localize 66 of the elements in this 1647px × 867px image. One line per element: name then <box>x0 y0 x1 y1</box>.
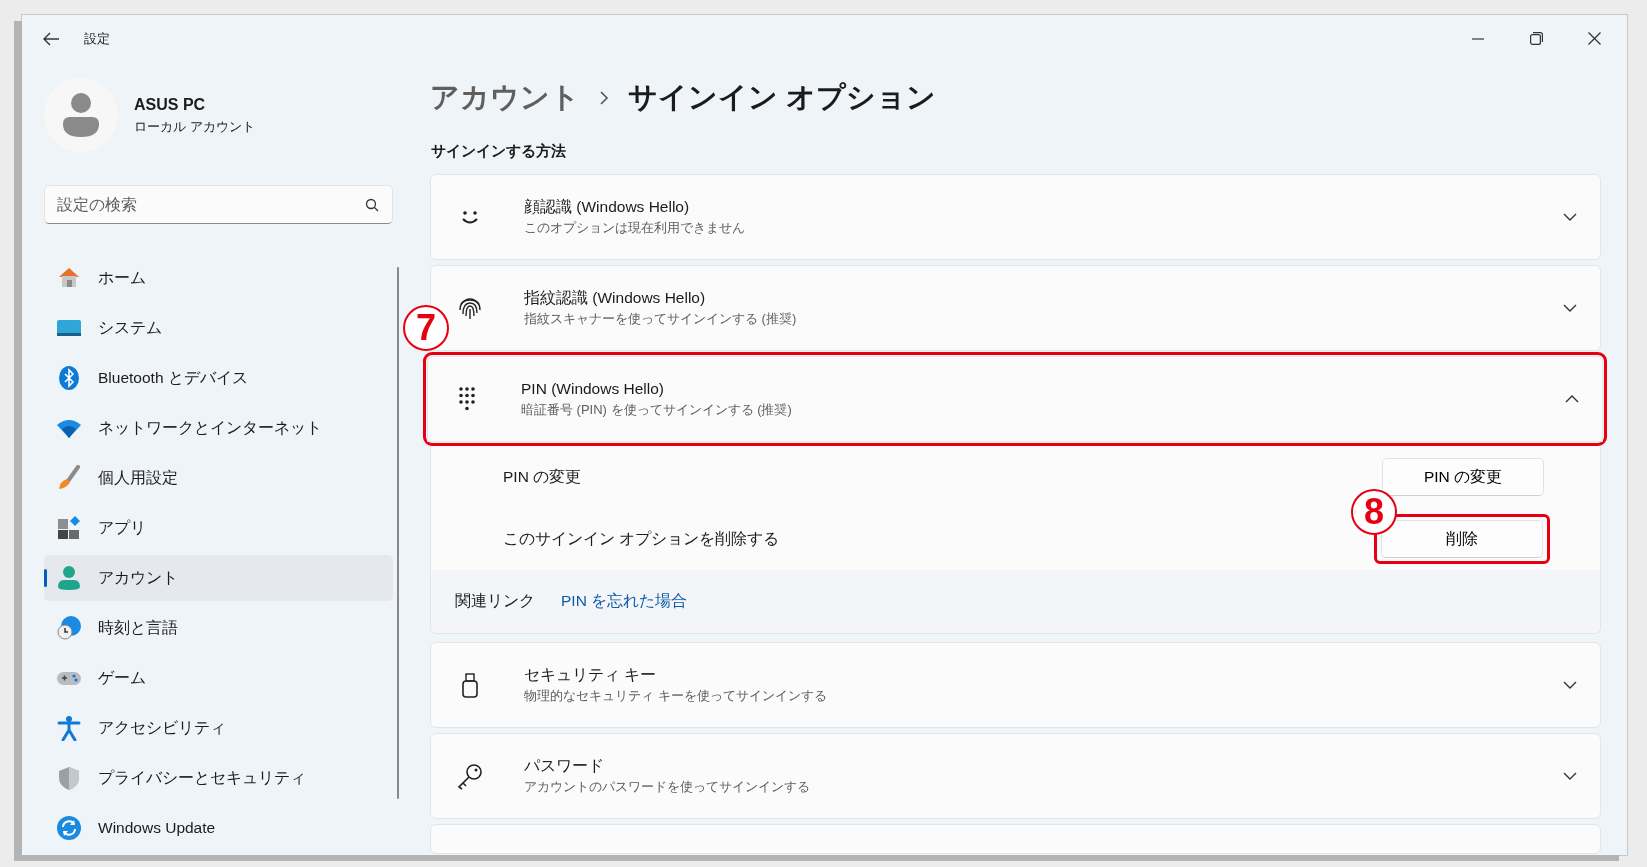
sign-in-option-card[interactable]: パスワード アカウントのパスワードを使ってサインインする <box>430 732 1601 819</box>
account-name: ASUS PC <box>134 95 207 116</box>
nav-item[interactable]: システム <box>44 305 393 351</box>
close-icon <box>1587 32 1601 45</box>
section-heading: サインインする方法 <box>431 141 567 161</box>
nav-item[interactable]: アクセシビリティ <box>44 705 393 751</box>
key-icon <box>456 761 484 790</box>
nav-item[interactable]: 時刻と言語 <box>44 605 393 651</box>
nav-item[interactable]: プライバシーとセキュリティ <box>44 755 393 801</box>
step-number-badge: 7 <box>403 304 449 351</box>
accessibility-icon <box>56 715 82 741</box>
nav-item[interactable]: ゲーム <box>44 655 393 701</box>
option-description: このオプションは現在利用できません <box>524 219 746 238</box>
scrollbar[interactable] <box>397 267 399 799</box>
chevron-down-icon <box>1562 302 1578 313</box>
selection-indicator <box>44 569 47 587</box>
apps-icon <box>56 515 82 541</box>
option-description: 物理的なセキュリティ キーを使ってサインインする <box>524 687 828 706</box>
window-title: 設定 <box>84 29 110 48</box>
action-button[interactable]: PIN の変更 <box>1382 457 1544 496</box>
related-links-label: 関連リンク <box>455 591 535 612</box>
nav-item[interactable]: ネットワークとインターネット <box>44 405 393 451</box>
nav-item[interactable]: Windows Update <box>44 805 393 851</box>
sign-in-option-card[interactable]: 顔認識 (Windows Hello) このオプションは現在利用できません <box>430 173 1601 260</box>
step-number-badge: 8 <box>1351 488 1397 535</box>
nav-item[interactable]: ホーム <box>44 255 393 301</box>
chevron-right-icon <box>598 90 610 106</box>
globe-clock-icon <box>56 615 82 641</box>
option-title: 指紋認識 (Windows Hello) <box>524 288 707 309</box>
back-arrow-icon <box>42 31 60 46</box>
page-title: サインイン オプション <box>628 80 937 116</box>
brush-icon <box>56 465 82 491</box>
search-field[interactable]: 設定の検索 <box>44 185 393 224</box>
keypad-icon <box>457 384 477 413</box>
minimize-icon <box>1472 37 1484 40</box>
account-type: ローカル アカウント <box>134 118 255 137</box>
shield-icon <box>56 765 82 791</box>
option-title: パスワード <box>524 756 605 777</box>
nav-item[interactable]: 個人用設定 <box>44 455 393 501</box>
sign-in-option-card[interactable]: セキュリティ キー 物理的なセキュリティ キーを使ってサインインする <box>430 641 1601 728</box>
person-silhouette-icon <box>61 92 101 138</box>
usb-key-icon <box>460 670 480 699</box>
nav-item[interactable]: Bluetooth とデバイス <box>44 355 393 401</box>
sign-in-option-card[interactable]: PIN (Windows Hello) 暗証番号 (PIN) を使ってサインインする (推奨) <box>427 355 1603 442</box>
setting-label: このサインイン オプションを削除する <box>503 528 781 549</box>
back-button[interactable] <box>42 31 60 46</box>
option-title: セキュリティ キー <box>524 665 658 686</box>
option-description: 暗証番号 (PIN) を使ってサインインする (推奨) <box>521 401 793 420</box>
restore-icon <box>1529 32 1543 45</box>
option-title: 顔認識 (Windows Hello) <box>524 197 691 218</box>
person-icon <box>56 565 82 591</box>
chevron-down-icon <box>1562 211 1578 222</box>
bluetooth-icon <box>56 365 82 391</box>
nav-item[interactable]: アカウント <box>44 555 393 601</box>
option-description: アカウントのパスワードを使ってサインインする <box>524 778 811 797</box>
chevron-down-icon <box>1562 770 1578 781</box>
setting-label: PIN の変更 <box>503 466 583 487</box>
breadcrumb-link[interactable]: アカウント <box>430 76 580 120</box>
option-title: PIN (Windows Hello) <box>521 379 665 400</box>
chevron-up-icon <box>1564 393 1580 404</box>
forgot-pin-link[interactable]: PIN を忘れた場合 <box>561 589 688 613</box>
sync-icon <box>56 815 82 841</box>
search-icon <box>365 198 379 212</box>
nav-item[interactable]: アプリ <box>44 505 393 551</box>
option-description: 指紋スキャナーを使ってサインインする (推奨) <box>524 310 798 329</box>
chevron-down-icon <box>1562 679 1578 690</box>
